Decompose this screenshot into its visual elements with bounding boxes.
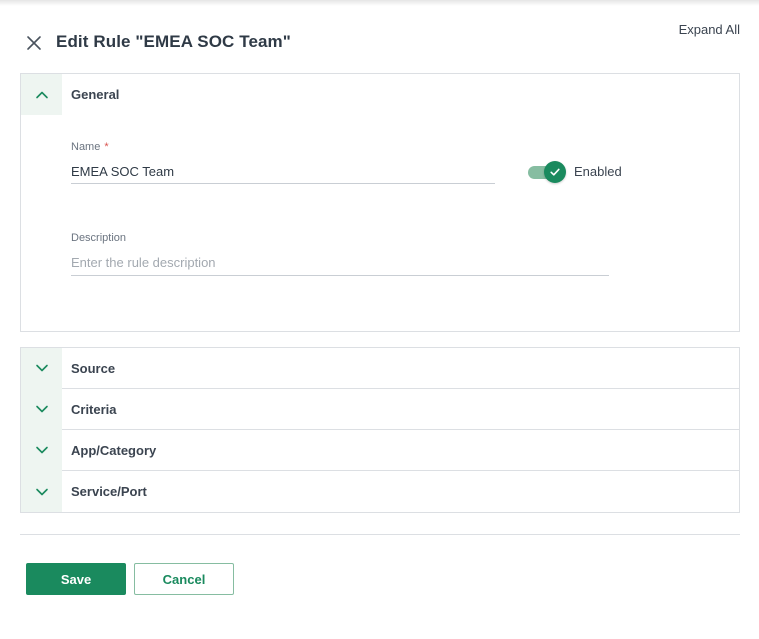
description-input[interactable] [71, 250, 609, 276]
section-header-source[interactable]: Source [21, 347, 739, 389]
save-button[interactable]: Save [26, 563, 126, 595]
section-title-service-port: Service/Port [71, 484, 147, 499]
cancel-button[interactable]: Cancel [134, 563, 234, 595]
page-title: Edit Rule "EMEA SOC Team" [56, 32, 291, 51]
chevron-down-icon [35, 405, 48, 413]
name-label-text: Name [71, 141, 101, 153]
criteria-expand-toggle[interactable] [21, 388, 62, 430]
name-field-label: Name * [71, 141, 109, 153]
chevron-down-icon [35, 488, 48, 495]
name-input[interactable] [71, 160, 495, 184]
source-expand-toggle[interactable] [21, 347, 62, 389]
description-field-label: Description [71, 232, 127, 244]
section-title-source: Source [71, 360, 116, 376]
collapsed-sections: Source Criteria App/Category Service/Por… [20, 347, 740, 513]
section-header-service-port[interactable]: Service/Port [21, 471, 739, 512]
enabled-toggle[interactable] [528, 161, 566, 183]
top-shadow [0, 0, 759, 6]
toggle-knob [544, 161, 566, 183]
section-title-app-category: App/Category [71, 442, 157, 458]
general-section-title: General [71, 87, 120, 102]
enabled-toggle-label: Enabled [574, 164, 622, 179]
general-section: General Name* Enabled Description [20, 73, 740, 332]
chevron-down-icon [35, 364, 48, 372]
chevron-up-icon [35, 91, 48, 98]
check-icon [550, 168, 560, 176]
general-collapse-toggle[interactable] [21, 74, 62, 115]
close-button[interactable] [24, 33, 44, 53]
footer-divider [20, 534, 740, 535]
chevron-down-icon [35, 446, 48, 454]
app-category-expand-toggle[interactable] [21, 429, 62, 471]
expand-all-link[interactable]: Expand All [679, 22, 740, 37]
general-section-header[interactable]: General [21, 74, 739, 115]
service-port-expand-toggle[interactable] [21, 471, 62, 512]
close-icon [27, 36, 41, 50]
section-header-app-category[interactable]: App/Category [21, 429, 739, 471]
required-marker: * [104, 141, 109, 153]
section-header-criteria[interactable]: Criteria [21, 388, 739, 430]
section-title-criteria: Criteria [71, 401, 117, 417]
